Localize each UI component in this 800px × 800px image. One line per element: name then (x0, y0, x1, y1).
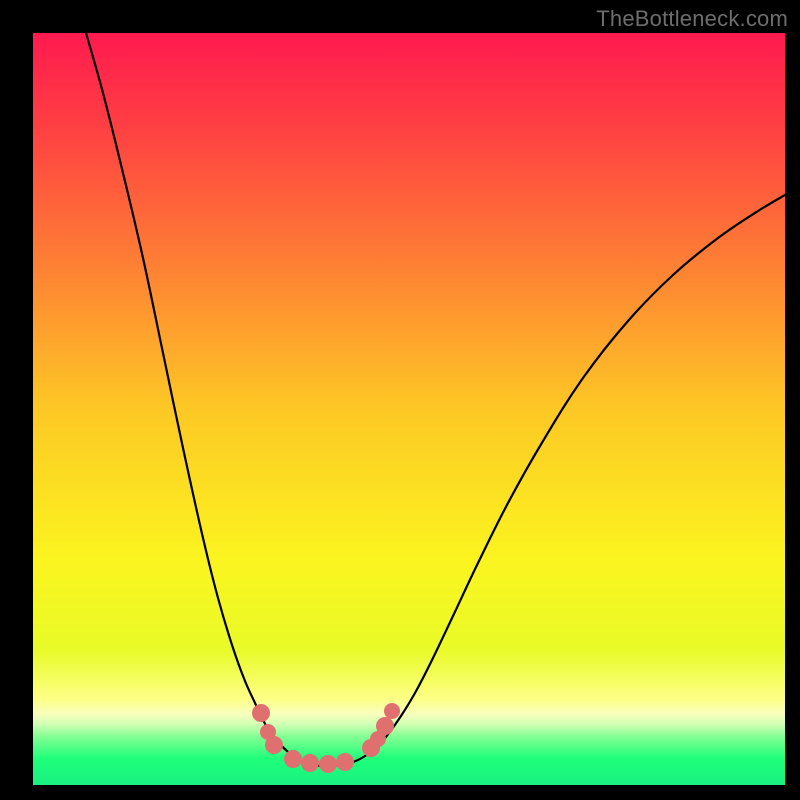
chart-svg (33, 33, 785, 785)
data-marker (384, 703, 400, 719)
data-marker (376, 717, 394, 735)
watermark-text: TheBottleneck.com (596, 6, 788, 32)
data-marker (265, 736, 283, 754)
gradient-background (33, 33, 785, 785)
data-marker (336, 753, 354, 771)
data-marker (252, 704, 270, 722)
outer-frame: TheBottleneck.com (0, 0, 800, 800)
data-marker (319, 755, 337, 773)
data-marker (301, 754, 319, 772)
data-marker (284, 750, 302, 768)
plot-area (33, 33, 785, 785)
